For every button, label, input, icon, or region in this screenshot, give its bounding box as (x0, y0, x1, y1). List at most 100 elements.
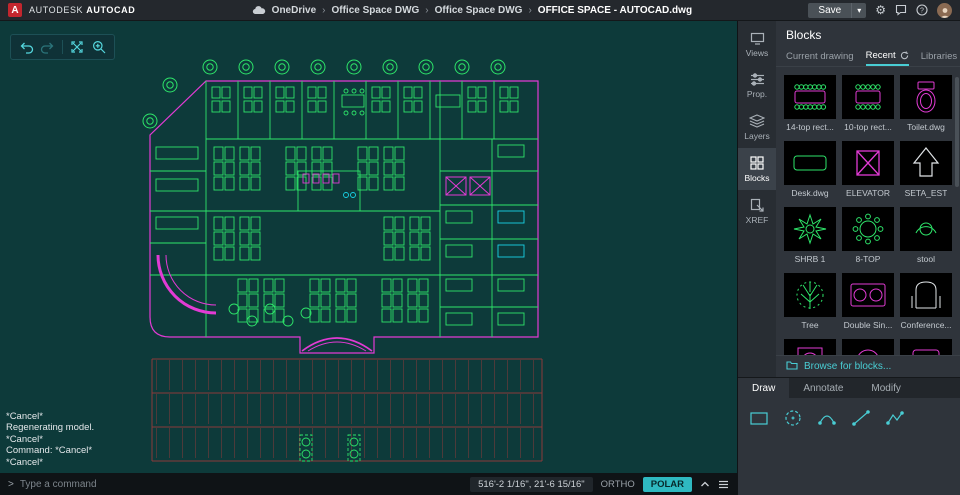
block-thumbnail (842, 75, 894, 119)
rectangle-tool-icon[interactable] (748, 407, 770, 429)
block-thumbnail (900, 141, 952, 185)
block-tile[interactable] (900, 339, 952, 355)
block-tile-8-top[interactable]: 8-TOP (842, 207, 894, 264)
tab-recent[interactable]: Recent (865, 47, 909, 66)
breadcrumb-separator: › (322, 4, 326, 16)
command-input[interactable] (19, 478, 455, 490)
user-avatar[interactable] (937, 2, 952, 18)
breadcrumb-item-folder[interactable]: Office Space DWG (331, 5, 419, 16)
ortho-toggle[interactable]: ORTHO (601, 479, 635, 490)
onedrive-cloud-icon (252, 5, 266, 15)
topbar-actions: Save ▾ ⚙ ? (808, 2, 952, 18)
main-area: *Cancel* Regenerating model. *Cancel* Co… (0, 21, 960, 495)
block-tile-conference[interactable]: Conference... (900, 273, 952, 330)
polar-toggle[interactable]: POLAR (642, 476, 692, 492)
block-label: Double Sin... (843, 320, 893, 330)
tab-modify[interactable]: Modify (857, 378, 914, 398)
sidebar-item-label: Blocks (744, 173, 770, 183)
settings-gear-icon[interactable]: ⚙ (875, 4, 886, 16)
save-button[interactable]: Save (808, 3, 851, 18)
block-tile-double-sink[interactable]: Double Sin... (842, 273, 894, 330)
refresh-icon[interactable] (900, 51, 909, 60)
circle-tool-icon[interactable] (782, 407, 804, 429)
block-label: Tree (801, 320, 819, 330)
comment-icon[interactable] (895, 4, 907, 16)
sidebar-item-layers[interactable]: Layers (738, 106, 776, 148)
side-tool-strip: Views Prop. Layers Blocks XREF (738, 21, 776, 377)
tab-annotate[interactable]: Annotate (789, 378, 857, 398)
save-split-button: Save ▾ (808, 2, 867, 18)
status-bar: 516'-2 1/16", 21'-6 15/16" ORTHO POLAR (462, 473, 737, 495)
views-icon (750, 32, 765, 45)
block-label: Conference... (900, 320, 952, 330)
sidebar-item-blocks[interactable]: Blocks (738, 148, 776, 190)
block-thumbnail (784, 273, 836, 317)
block-tile[interactable] (784, 339, 836, 355)
xref-icon (750, 198, 765, 212)
block-label: Desk.dwg (791, 188, 829, 198)
breadcrumb-item-onedrive[interactable]: OneDrive (272, 5, 316, 16)
expand-status-icon[interactable] (700, 480, 710, 488)
block-thumbnail (842, 141, 894, 185)
drawing-canvas[interactable]: *Cancel* Regenerating model. *Cancel* Co… (0, 21, 737, 495)
block-tile-toilet[interactable]: Toilet.dwg (900, 75, 952, 132)
block-thumbnail (784, 141, 836, 185)
zoom-extents-icon[interactable] (69, 39, 85, 55)
ribbon-tabs: Draw Annotate Modify (738, 378, 960, 398)
command-history-line: Command: *Cancel* (6, 445, 93, 456)
block-thumbnail (900, 207, 952, 251)
breadcrumb-item-current-file: OFFICE SPACE - AUTOCAD.dwg (537, 4, 693, 16)
draw-tools (738, 398, 960, 438)
command-history-line: *Cancel* (6, 433, 43, 445)
redo-icon[interactable] (40, 39, 56, 55)
block-tile-14-top[interactable]: 14-top rect... (784, 75, 836, 132)
sidebar-item-label: XREF (745, 215, 769, 225)
block-thumbnail (784, 339, 836, 355)
tab-draw[interactable]: Draw (738, 378, 790, 398)
bottom-bar: > 516'-2 1/16", 21'-6 15/16" ORTHO POLAR (0, 473, 737, 495)
block-tile-10-top[interactable]: 10-top rect... (842, 75, 894, 132)
command-prompt-icon: > (8, 478, 14, 490)
tab-libraries[interactable]: Libraries (921, 47, 957, 66)
arc-tool-icon[interactable] (816, 407, 838, 429)
top-bar: A AUTODESK AUTOCAD OneDrive › Office Spa… (0, 0, 960, 21)
polyline-tool-icon[interactable] (884, 407, 906, 429)
command-history: *Cancel* Regenerating model. *Cancel* Co… (6, 411, 94, 469)
zoom-window-icon[interactable] (91, 39, 107, 55)
block-label: stool (917, 254, 935, 264)
help-icon[interactable]: ? (916, 4, 928, 16)
block-tile-tree[interactable]: Tree (784, 273, 836, 330)
layers-icon (749, 114, 765, 128)
svg-text:?: ? (920, 7, 924, 14)
undo-icon[interactable] (18, 39, 34, 55)
block-tile-elevator[interactable]: ELEVATOR (842, 141, 894, 198)
block-tile-seta-est[interactable]: SETA_EST (900, 141, 952, 198)
sidebar-item-properties[interactable]: Prop. (738, 65, 776, 106)
right-top: Views Prop. Layers Blocks XREF Blocks Cu… (738, 21, 960, 377)
command-bar: > (0, 473, 462, 495)
breadcrumb-item-subfolder[interactable]: Office Space DWG (435, 5, 523, 16)
block-label: ELEVATOR (846, 188, 890, 198)
block-tile[interactable] (842, 339, 894, 355)
command-history-line: *Cancel* (6, 410, 43, 422)
sidebar-item-xref[interactable]: XREF (738, 190, 776, 232)
right-column: Views Prop. Layers Blocks XREF Blocks Cu… (737, 21, 960, 495)
ribbon-body (738, 398, 960, 495)
autocad-logo-icon[interactable]: A (8, 3, 22, 17)
block-label: 10-top rect... (844, 122, 892, 132)
panel-scrollbar[interactable] (955, 77, 959, 187)
block-tile-desk[interactable]: Desk.dwg (784, 141, 836, 198)
sidebar-item-label: Views (745, 48, 769, 58)
save-dropdown-caret-icon[interactable]: ▾ (851, 2, 866, 18)
sidebar-item-views[interactable]: Views (738, 24, 776, 65)
block-tile-shrb1[interactable]: SHRB 1 (784, 207, 836, 264)
line-tool-icon[interactable] (850, 407, 872, 429)
browse-for-blocks-link[interactable]: Browse for blocks... (776, 355, 960, 377)
ribbon: Draw Annotate Modify (738, 377, 960, 495)
block-tile-stool[interactable]: stool (900, 207, 952, 264)
block-thumbnail (842, 207, 894, 251)
tab-current-drawing[interactable]: Current drawing (786, 47, 854, 66)
status-menu-icon[interactable] (718, 480, 729, 489)
panel-title: Blocks (786, 28, 822, 42)
block-thumbnail (784, 207, 836, 251)
